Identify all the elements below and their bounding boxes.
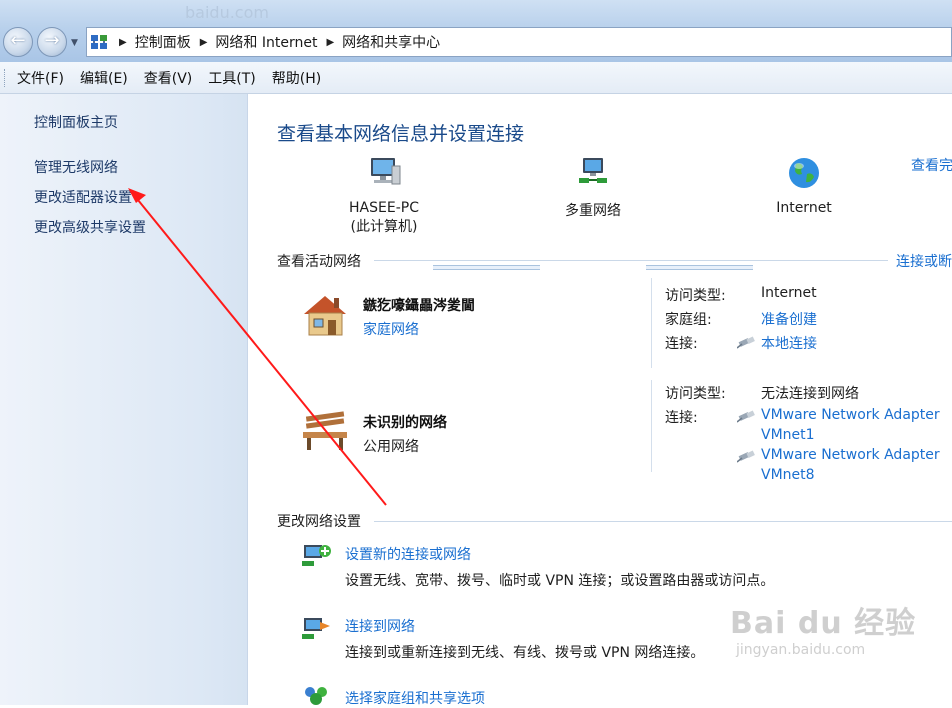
sidebar-item-change-adapter[interactable]: 更改适配器设置 xyxy=(34,187,132,207)
access-type-value: Internet xyxy=(761,285,817,301)
back-button[interactable]: ← xyxy=(3,27,33,57)
forward-button[interactable]: → xyxy=(37,27,67,57)
map-link-line xyxy=(433,265,540,270)
faded-url-text: baidu.com xyxy=(185,3,269,22)
home-icon xyxy=(304,296,346,336)
connect-network-icon xyxy=(302,618,330,639)
computer-icon xyxy=(371,158,401,185)
breadcrumb: ▶ 控制面板 ▶ 网络和 Internet ▶ 网络和共享中心 xyxy=(110,32,440,52)
network-name-unidentified: 未识别的网络 xyxy=(363,415,447,431)
history-dropdown-icon[interactable]: ▼ xyxy=(71,38,78,48)
page-title: 查看基本网络信息并设置连接 xyxy=(277,123,525,145)
computer-name: HASEE-PC xyxy=(349,200,419,216)
park-bench-icon xyxy=(303,411,347,450)
breadcrumb-chevron-icon[interactable]: ▶ xyxy=(200,37,208,48)
sidebar-item-manage-wireless[interactable]: 管理无线网络 xyxy=(34,157,118,177)
section-divider xyxy=(374,521,952,522)
setup-new-connection-link[interactable]: 设置新的连接或网络 xyxy=(345,544,471,564)
menu-help[interactable]: 帮助(H) xyxy=(272,68,321,88)
ethernet-adapter-icon xyxy=(737,336,755,349)
homegroup-icon xyxy=(305,687,327,705)
watermark-url: jingyan.baidu.com xyxy=(736,642,866,658)
forward-arrow-icon: → xyxy=(44,30,60,51)
vmnet8-adapter-link-line2[interactable]: VMnet8 xyxy=(761,467,815,483)
menu-grip xyxy=(4,68,8,87)
connection-label: 连接: xyxy=(665,336,698,352)
connect-to-network-desc: 连接到或重新连接到无线、有线、拨号或 VPN 网络连接。 xyxy=(345,645,705,661)
active-networks-heading: 查看活动网络 xyxy=(277,254,361,270)
map-node-network[interactable]: 多重网络 xyxy=(548,156,638,220)
network-label: 多重网络 xyxy=(565,203,621,219)
sidebar-item-control-panel-home[interactable]: 控制面板主页 xyxy=(34,112,118,132)
watermark-brand: Bai du 经验 xyxy=(730,606,917,641)
network-type-home-link[interactable]: 家庭网络 xyxy=(363,319,419,339)
baidu-watermark: Bai du 经验 jingyan.baidu.com xyxy=(730,598,916,658)
vmnet1-adapter-link-line2[interactable]: VMnet1 xyxy=(761,427,815,443)
ethernet-adapter-icon xyxy=(737,450,755,463)
network-name-home: 鏃犵嚎鑷畾涔夎閫 xyxy=(363,298,475,314)
connection-label: 连接: xyxy=(665,410,698,426)
map-node-internet[interactable]: Internet xyxy=(764,156,844,216)
control-panel-icon xyxy=(91,35,107,49)
see-full-map-link[interactable]: 查看完 xyxy=(911,155,952,175)
sidebar-item-advanced-sharing[interactable]: 更改高级共享设置 xyxy=(34,217,146,237)
access-type-value: 无法连接到网络 xyxy=(761,386,859,402)
title-bar: baidu.com ← → ▼ ▶ 控制面板 ▶ 网络和 Internet ▶ … xyxy=(0,0,952,62)
breadcrumb-chevron-icon[interactable]: ▶ xyxy=(119,37,127,48)
new-connection-icon xyxy=(302,545,331,566)
multiple-networks-icon xyxy=(579,158,607,183)
menu-file[interactable]: 文件(F) xyxy=(17,68,64,88)
access-type-label: 访问类型: xyxy=(665,386,726,402)
menu-bar: 文件(F) 编辑(E) 查看(V) 工具(T) 帮助(H) xyxy=(0,62,952,94)
ethernet-adapter-icon xyxy=(737,410,755,423)
setup-new-connection-desc: 设置无线、宽带、拨号、临时或 VPN 连接；或设置路由器或访问点。 xyxy=(345,573,775,589)
breadcrumb-network-sharing-center[interactable]: 网络和共享中心 xyxy=(342,32,440,52)
vmnet1-adapter-link[interactable]: VMware Network Adapter xyxy=(761,407,940,423)
internet-label: Internet xyxy=(776,200,832,216)
computer-sub: (此计算机) xyxy=(350,219,418,235)
local-connection-link[interactable]: 本地连接 xyxy=(761,333,817,353)
vmnet8-adapter-link[interactable]: VMware Network Adapter xyxy=(761,447,940,463)
map-link-line xyxy=(646,265,753,270)
connect-to-network-link[interactable]: 连接到网络 xyxy=(345,616,415,636)
address-bar[interactable]: ▶ 控制面板 ▶ 网络和 Internet ▶ 网络和共享中心 xyxy=(86,27,952,57)
homegroup-label: 家庭组: xyxy=(665,312,712,328)
network-type-public: 公用网络 xyxy=(363,439,419,455)
breadcrumb-network-internet[interactable]: 网络和 Internet xyxy=(215,32,317,52)
homegroup-link[interactable]: 准备创建 xyxy=(761,309,817,329)
access-type-label: 访问类型: xyxy=(665,288,726,304)
sidebar: 控制面板主页 管理无线网络 更改适配器设置 更改高级共享设置 xyxy=(0,94,248,705)
globe-icon xyxy=(789,158,819,188)
menu-tools[interactable]: 工具(T) xyxy=(208,68,255,88)
breadcrumb-control-panel[interactable]: 控制面板 xyxy=(135,32,191,52)
section-divider xyxy=(374,260,888,261)
menu-view[interactable]: 查看(V) xyxy=(144,68,193,88)
map-node-computer: HASEE-PC (此计算机) xyxy=(336,156,432,236)
vertical-divider xyxy=(651,380,652,472)
vertical-divider xyxy=(651,278,652,368)
change-settings-heading: 更改网络设置 xyxy=(277,514,361,530)
connect-disconnect-link[interactable]: 连接或断 xyxy=(896,251,952,271)
menu-edit[interactable]: 编辑(E) xyxy=(80,68,128,88)
back-arrow-icon: ← xyxy=(10,30,26,51)
breadcrumb-chevron-icon[interactable]: ▶ xyxy=(326,37,334,48)
homegroup-sharing-link[interactable]: 选择家庭组和共享选项 xyxy=(345,688,485,708)
